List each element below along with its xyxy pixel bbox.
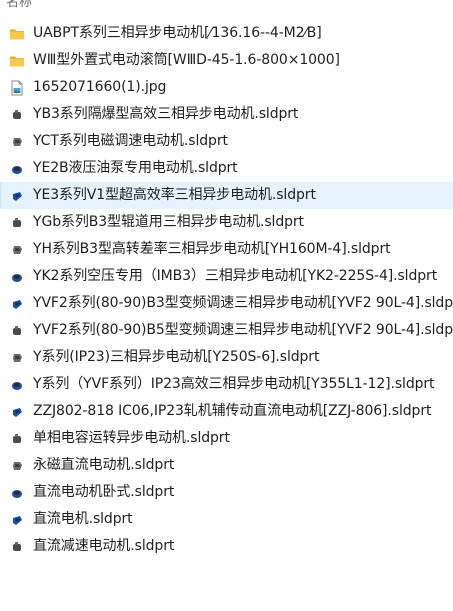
file-list-item[interactable]: 单相电容运转异步电动机.sldprt: [0, 425, 453, 452]
file-list-item[interactable]: ZZJ802-818 IC06,IP23轧机辅传动直流电动机[ZZJ-806].…: [0, 398, 453, 425]
sldprt-part-icon: [9, 161, 25, 177]
folder-icon: [9, 53, 25, 69]
file-list-item[interactable]: 直流减速电动机.sldprt: [0, 533, 453, 560]
file-list-item[interactable]: WⅢ型外置式电动滚筒[WⅢD-45-1.6-800×1000]: [0, 47, 453, 74]
file-list-item[interactable]: 永磁直流电动机.sldprt: [0, 452, 453, 479]
image-file-icon: [9, 80, 25, 96]
sldprt-part-icon: [9, 404, 25, 420]
sldprt-part-icon: [9, 296, 25, 312]
sldprt-part-icon: [9, 458, 25, 474]
file-name-label: 直流电机.sldprt: [33, 511, 133, 527]
sldprt-part-icon: [9, 539, 25, 555]
file-name-label: 1652071660(1).jpg: [33, 79, 167, 95]
file-list-item[interactable]: YH系列B3型高转差率三相异步电动机[YH160M-4].sldprt: [0, 236, 453, 263]
file-name-label: 直流电动机卧式.sldprt: [33, 484, 175, 500]
sldprt-part-icon: [9, 512, 25, 528]
file-name-label: YGb系列B3型辊道用三相异步电动机.sldprt: [33, 214, 304, 230]
file-name-label: YVF2系列(80-90)B5型变频调速三相异步电动机[YVF2 90L-4].…: [33, 322, 453, 338]
file-name-label: WⅢ型外置式电动滚筒[WⅢD-45-1.6-800×1000]: [33, 52, 340, 68]
sldprt-part-icon: [9, 242, 25, 258]
file-list-item[interactable]: YB3系列隔爆型高效三相异步电动机.sldprt: [0, 101, 453, 128]
file-name-label: YB3系列隔爆型高效三相异步电动机.sldprt: [33, 106, 299, 122]
file-name-label: 单相电容运转异步电动机.sldprt: [33, 430, 230, 446]
file-list-item[interactable]: YK2系列空压专用（IMB3）三相异步电动机[YK2-225S-4].sldpr…: [0, 263, 453, 290]
file-list-item[interactable]: YVF2系列(80-90)B5型变频调速三相异步电动机[YVF2 90L-4].…: [0, 317, 453, 344]
file-name-label: Y系列(IP23)三相异步电动机[Y250S-6].sldprt: [33, 349, 320, 365]
sldprt-part-icon: [9, 485, 25, 501]
sldprt-part-icon: [9, 350, 25, 366]
file-name-label: 永磁直流电动机.sldprt: [33, 457, 175, 473]
sldprt-part-icon: [9, 188, 25, 204]
file-name-label: UABPT系列三相异步电动机[⁄136.16--4-M2⁄B]: [33, 25, 322, 41]
file-list-item[interactable]: YE3系列V1型超高效率三相异步电动机.sldprt: [0, 182, 453, 209]
sldprt-part-icon: [9, 134, 25, 150]
file-name-label: ZZJ802-818 IC06,IP23轧机辅传动直流电动机[ZZJ-806].…: [33, 403, 432, 419]
file-list-item[interactable]: 1652071660(1).jpg: [0, 74, 453, 101]
sldprt-part-icon: [9, 107, 25, 123]
file-name-label: YVF2系列(80-90)B3型变频调速三相异步电动机[YVF2 90L-4].…: [33, 295, 453, 311]
file-list-item[interactable]: YGb系列B3型辊道用三相异步电动机.sldprt: [0, 209, 453, 236]
sldprt-part-icon: [9, 323, 25, 339]
file-list-item[interactable]: Y系列(IP23)三相异步电动机[Y250S-6].sldprt: [0, 344, 453, 371]
file-list-item[interactable]: UABPT系列三相异步电动机[⁄136.16--4-M2⁄B]: [0, 20, 453, 47]
file-name-label: YK2系列空压专用（IMB3）三相异步电动机[YK2-225S-4].sldpr…: [33, 268, 438, 284]
file-name-label: YE2B液压油泵专用电动机.sldprt: [33, 160, 238, 176]
file-list-item[interactable]: Y系列（YVF系列）IP23高效三相异步电动机[Y355L1-12].sldpr…: [0, 371, 453, 398]
file-list: UABPT系列三相异步电动机[⁄136.16--4-M2⁄B] WⅢ型外置式电动滚…: [0, 20, 453, 560]
sldprt-part-icon: [9, 431, 25, 447]
sldprt-part-icon: [9, 215, 25, 231]
folder-icon: [9, 26, 25, 42]
file-list-item[interactable]: YCT系列电磁调速电动机.sldprt: [0, 128, 453, 155]
file-list-item[interactable]: YVF2系列(80-90)B3型变频调速三相异步电动机[YVF2 90L-4].…: [0, 290, 453, 317]
file-name-label: 直流减速电动机.sldprt: [33, 538, 175, 554]
file-name-label: YCT系列电磁调速电动机.sldprt: [33, 133, 228, 149]
file-name-label: YH系列B3型高转差率三相异步电动机[YH160M-4].sldprt: [33, 241, 391, 257]
file-list-item[interactable]: YE2B液压油泵专用电动机.sldprt: [0, 155, 453, 182]
file-name-label: YE3系列V1型超高效率三相异步电动机.sldprt: [33, 187, 316, 203]
file-list-item[interactable]: 直流电动机卧式.sldprt: [0, 479, 453, 506]
name-column-header[interactable]: 名称: [6, 0, 32, 10]
file-list-item[interactable]: 直流电机.sldprt: [0, 506, 453, 533]
file-name-label: Y系列（YVF系列）IP23高效三相异步电动机[Y355L1-12].sldpr…: [33, 376, 435, 392]
sldprt-part-icon: [9, 377, 25, 393]
sldprt-part-icon: [9, 269, 25, 285]
